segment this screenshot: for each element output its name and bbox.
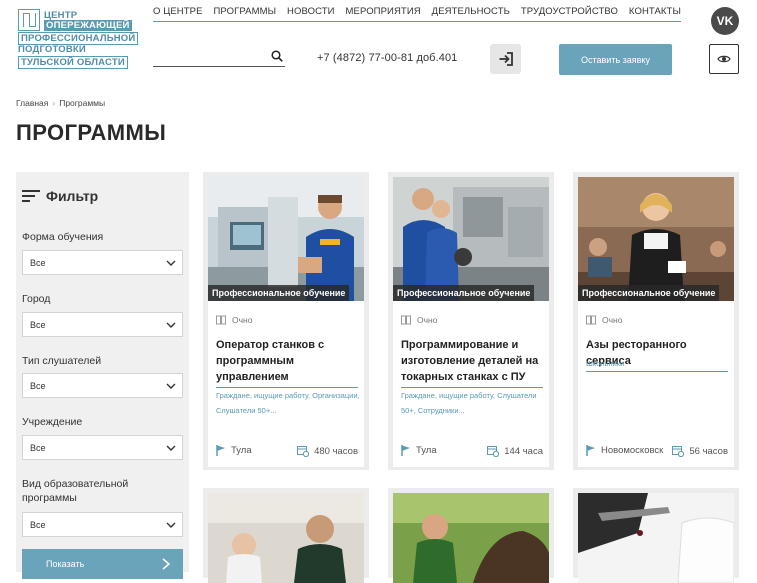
page-title: ПРОГРАММЫ: [16, 120, 167, 145]
filter-select-institution-value: Все: [30, 442, 46, 453]
calendar-clock-icon: [297, 446, 310, 457]
study-form-value: Очно: [232, 315, 253, 325]
program-city: Тула: [401, 445, 437, 456]
program-hours-value: 480 часов: [314, 445, 358, 457]
search-input[interactable]: [153, 50, 263, 66]
login-icon: [499, 52, 513, 66]
logo-line-4: ПОДГОТОВКИ: [18, 44, 86, 55]
logo-line-5: ТУЛЬСКОЙ ОБЛАСТИ: [18, 56, 128, 69]
program-title[interactable]: Оператор станков с программным управлени…: [216, 337, 358, 388]
program-card[interactable]: Профессиональное обучение Очно Азы ресто…: [573, 172, 739, 470]
filter-select-form-value: Все: [30, 257, 46, 268]
filter-select-form[interactable]: Все: [22, 250, 183, 275]
accessibility-button[interactable]: [709, 44, 739, 74]
nav-item-news[interactable]: НОВОСТИ: [287, 7, 335, 21]
filter-select-audience-value: Все: [30, 380, 46, 391]
logo-mark-icon: [18, 9, 40, 31]
program-city-value: Новомосковск: [601, 445, 664, 456]
study-form-value: Очно: [417, 315, 438, 325]
program-hours-value: 56 часов: [689, 445, 728, 457]
filter-label-city: Город: [22, 293, 51, 305]
filter-label-program-type: Вид образовательной программы: [22, 478, 129, 504]
filter-select-city[interactable]: Все: [22, 312, 183, 337]
nav-item-employment[interactable]: ТРУДОУСТРОЙСТВО: [521, 7, 618, 21]
breadcrumb-current: Программы: [59, 98, 106, 108]
breadcrumb-home[interactable]: Главная: [16, 98, 48, 108]
filter-panel: Фильтр Форма обучения Все Город Все Тип …: [16, 172, 189, 579]
eye-icon: [717, 55, 731, 63]
chevron-down-icon: [166, 260, 176, 266]
calendar-clock-icon: [672, 446, 685, 457]
program-city: Тула: [216, 445, 252, 456]
program-audience: Граждане, ищущие работу, Слушатели 50+, …: [401, 391, 537, 415]
filter-select-audience[interactable]: Все: [22, 373, 183, 398]
phone-number[interactable]: +7 (4872) 77-00-81 доб.401: [317, 52, 457, 64]
login-button[interactable]: [490, 44, 521, 74]
book-icon: [401, 315, 411, 325]
program-city-value: Тула: [231, 445, 252, 456]
study-form: Очно: [401, 315, 437, 325]
logo-line-2: ОПЕРЕЖАЮЩЕЙ: [44, 20, 132, 31]
filter-select-program-type-value: Все: [30, 519, 46, 530]
program-card[interactable]: [388, 488, 554, 583]
program-type-badge: Профессиональное обучение: [393, 285, 535, 301]
nav-item-events[interactable]: МЕРОПРИЯТИЯ: [346, 7, 421, 21]
program-card[interactable]: Профессиональное обучение Очно Программи…: [388, 172, 554, 470]
breadcrumb-separator: ›: [52, 98, 56, 108]
program-hours-value: 144 часа: [504, 445, 543, 457]
program-photo: Профессиональное обучение: [208, 177, 364, 301]
nav-item-contacts[interactable]: КОНТАКТЫ: [629, 7, 681, 21]
program-photo: Профессиональное обучение: [578, 177, 734, 301]
study-form-value: Очно: [602, 315, 623, 325]
nav-item-about[interactable]: О ЦЕНТРЕ: [153, 7, 203, 21]
study-form: Очно: [216, 315, 252, 325]
program-hours: 480 часов: [297, 445, 358, 457]
filter-label-form: Форма обучения: [22, 231, 104, 243]
filter-icon: [22, 189, 40, 203]
chevron-down-icon: [166, 322, 176, 328]
vk-icon[interactable]: VK: [711, 7, 739, 35]
program-photo: Профессиональное обучение: [393, 177, 549, 301]
filter-label-institution: Учреждение: [22, 416, 83, 428]
flag-icon: [586, 445, 595, 456]
program-card[interactable]: Профессиональное обучение Очно Оператор …: [203, 172, 369, 470]
show-button-label: Показать: [46, 559, 85, 569]
filter-header: Фильтр: [22, 188, 98, 204]
site-logo[interactable]: ЦЕНТР ОПЕРЕЖАЮЩЕЙ ПРОФЕССИОНАЛЬНОЙ ПОДГО…: [18, 9, 139, 71]
chevron-right-icon: [162, 558, 171, 570]
calendar-clock-icon: [487, 446, 500, 457]
program-card[interactable]: [203, 488, 369, 583]
chevron-down-icon: [166, 383, 176, 389]
nav-item-activity[interactable]: ДЕЯТЕЛЬНОСТЬ: [432, 7, 510, 21]
flag-icon: [401, 445, 410, 456]
breadcrumb: Главная › Программы: [16, 98, 105, 108]
program-type-badge: Профессиональное обучение: [208, 285, 350, 301]
program-audience: Школьники: [586, 359, 625, 368]
search-icon[interactable]: [271, 50, 283, 62]
search-box: [153, 48, 285, 67]
flag-icon: [216, 445, 225, 456]
chevron-down-icon: [166, 445, 176, 451]
apply-button[interactable]: Оставить заявку: [559, 44, 672, 75]
filter-select-program-type[interactable]: Все: [22, 512, 183, 537]
program-audience: Граждане, ищущие работу, Организации, Сл…: [216, 391, 360, 415]
filter-select-institution[interactable]: Все: [22, 435, 183, 460]
program-type-badge: Профессиональное обучение: [578, 285, 720, 301]
filter-title: Фильтр: [46, 188, 99, 204]
program-city: Новомосковск: [586, 445, 663, 456]
program-hours: 56 часов: [672, 445, 728, 457]
book-icon: [216, 315, 226, 325]
study-form: Очно: [586, 315, 622, 325]
program-city-value: Тула: [416, 445, 437, 456]
book-icon: [586, 315, 596, 325]
chevron-down-icon: [166, 522, 176, 528]
nav-item-programs[interactable]: ПРОГРАММЫ: [213, 7, 276, 21]
program-title[interactable]: Программирование и изготовление деталей …: [401, 337, 543, 388]
show-button[interactable]: Показать: [22, 549, 183, 579]
filter-select-city-value: Все: [30, 319, 46, 330]
program-hours: 144 часа: [487, 445, 543, 457]
program-card[interactable]: [573, 488, 739, 583]
main-nav: О ЦЕНТРЕ ПРОГРАММЫ НОВОСТИ МЕРОПРИЯТИЯ Д…: [153, 7, 681, 22]
filter-label-audience: Тип слушателей: [22, 355, 102, 367]
